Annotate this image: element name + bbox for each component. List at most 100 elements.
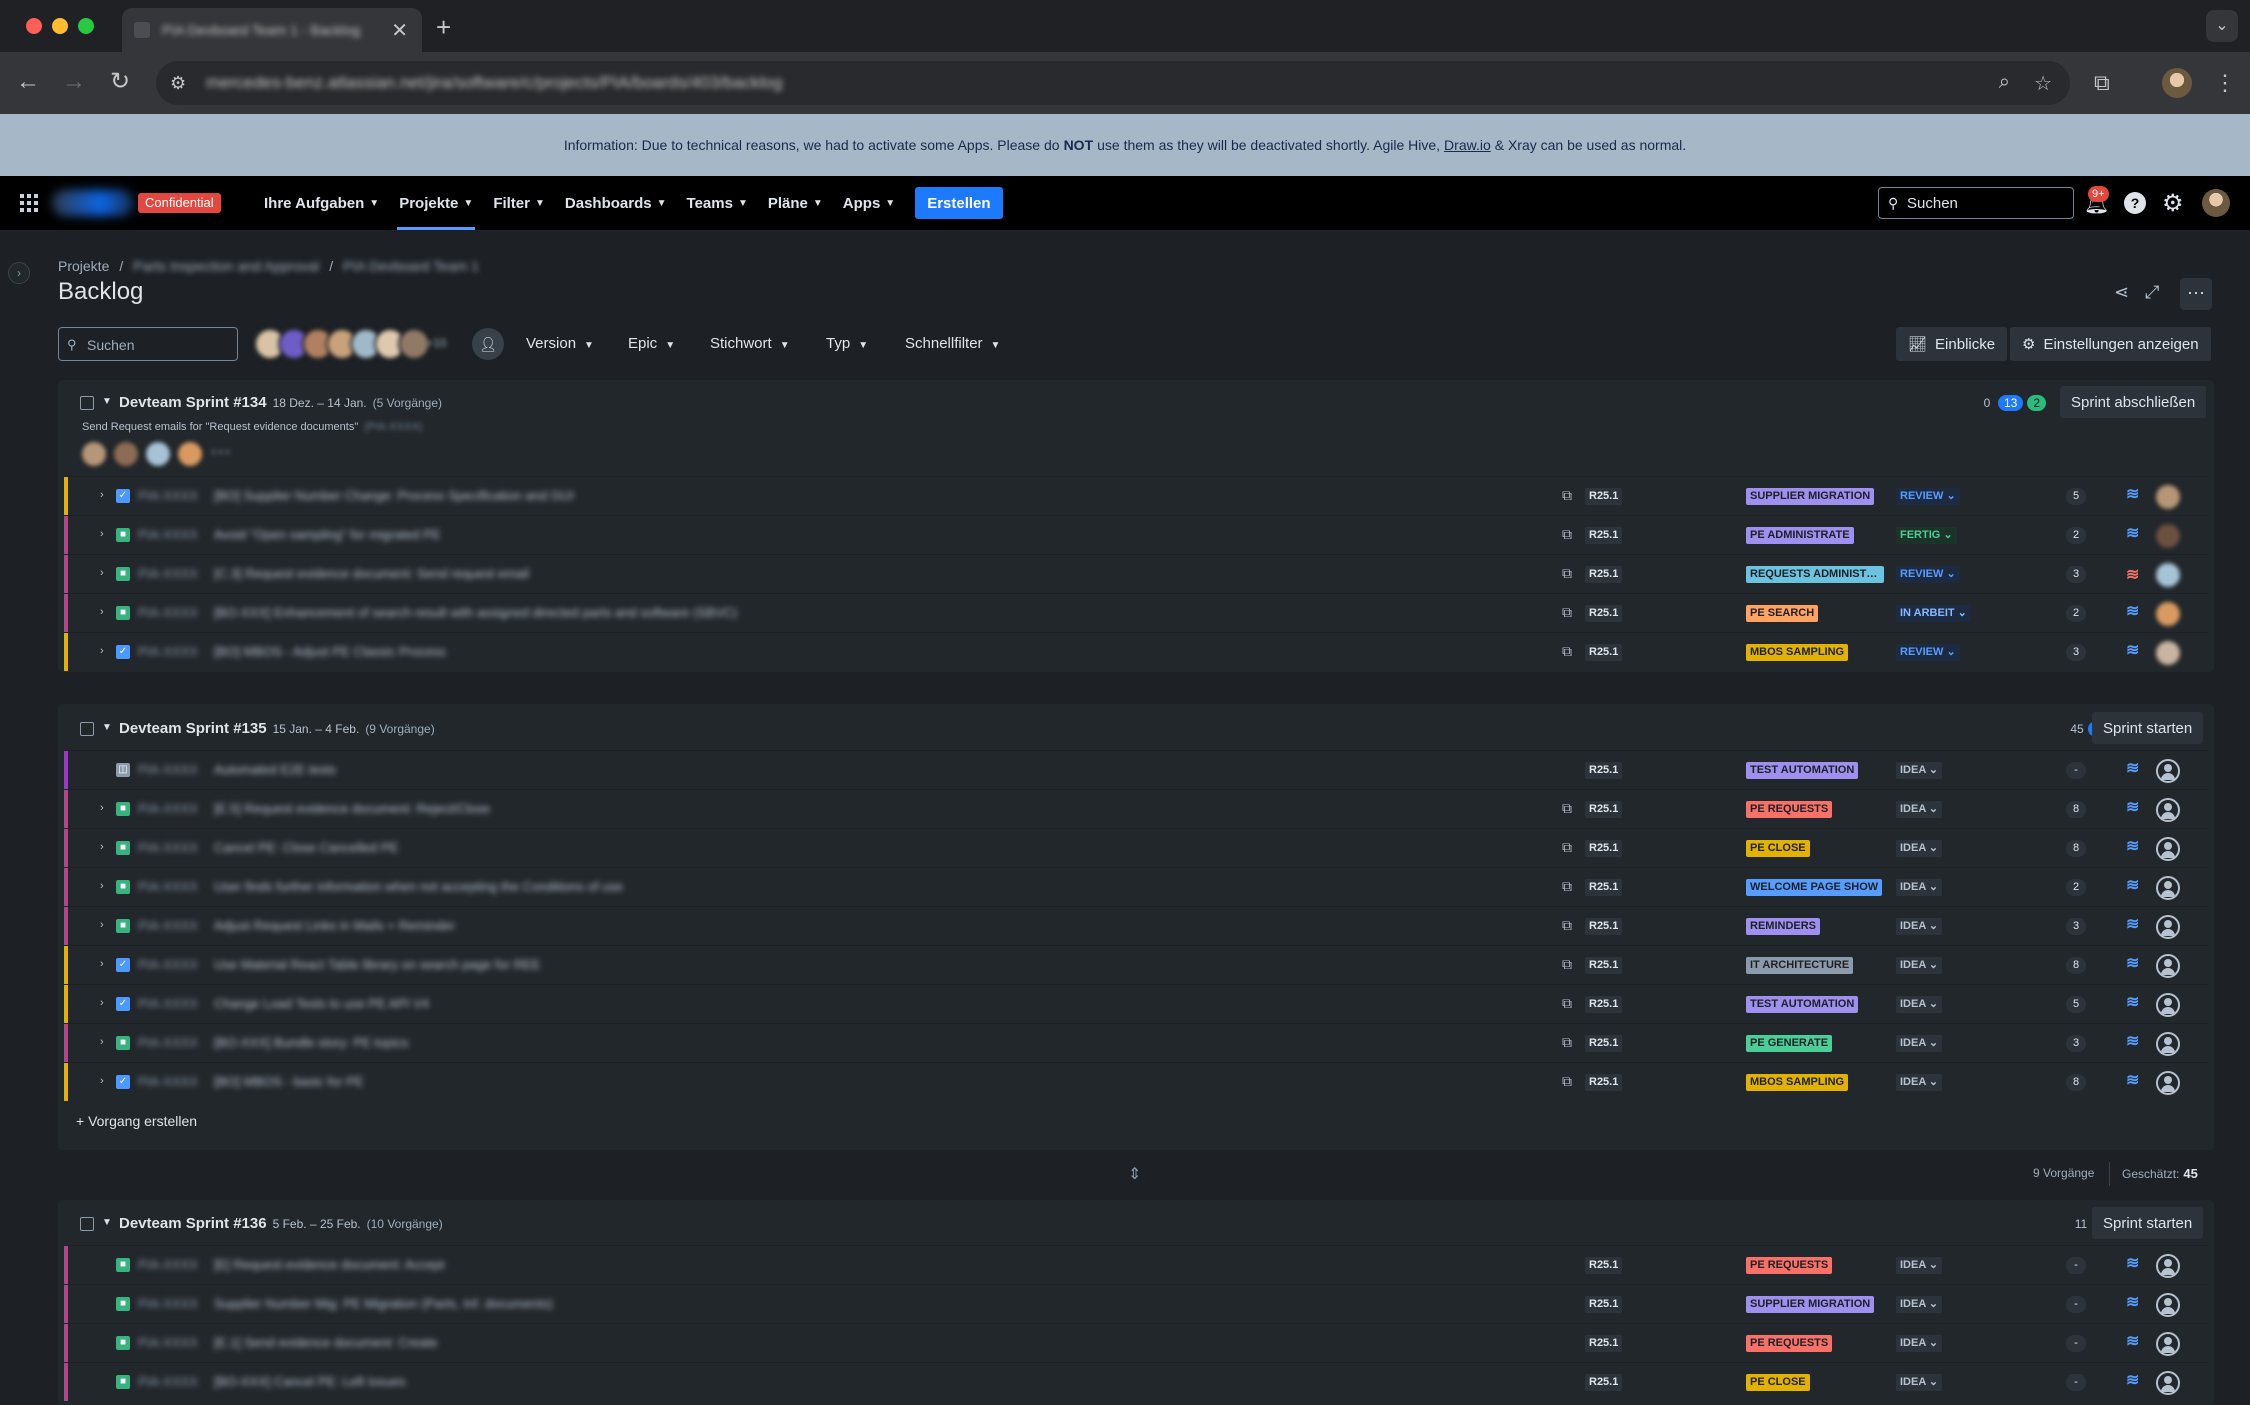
- tab-close-icon[interactable]: ✕: [391, 18, 408, 43]
- expand-chevron-icon[interactable]: ›: [100, 606, 104, 618]
- issue-summary[interactable]: User finds further information when not …: [214, 879, 623, 894]
- child-issues-icon[interactable]: ⧉: [1562, 643, 1572, 660]
- issue-row[interactable]: ■ PIA-XXXX [E] Request evidence document: …: [64, 1245, 2208, 1284]
- start-sprint-button[interactable]: Sprint starten: [2092, 712, 2204, 744]
- nav-item-teams[interactable]: Teams ▼: [677, 176, 758, 230]
- unassigned-avatar-icon[interactable]: [2156, 798, 2180, 822]
- issue-summary[interactable]: [C.3] Request evidence document: Send re…: [214, 566, 529, 581]
- epic-lozenge[interactable]: PE REQUESTS: [1746, 801, 1833, 818]
- status-dropdown[interactable]: REVIEW ⌄: [1896, 566, 1960, 583]
- new-tab-button[interactable]: +: [436, 12, 451, 43]
- nav-item-projekte[interactable]: Projekte ▼: [389, 176, 483, 230]
- status-dropdown[interactable]: FERTIG ⌄: [1896, 527, 1957, 544]
- browser-profile-avatar[interactable]: [2162, 68, 2192, 98]
- story-points-badge[interactable]: 3: [2066, 644, 2086, 661]
- unassigned-avatar-icon[interactable]: [2156, 1254, 2180, 1278]
- address-bar[interactable]: ⚙ mercedes-benz.atlassian.net/jira/softw…: [156, 61, 2070, 105]
- assignee-filter-avatars[interactable]: +10: [254, 328, 464, 360]
- unassigned-avatar-icon[interactable]: [2156, 954, 2180, 978]
- status-dropdown[interactable]: IDEA ⌄: [1896, 1374, 1943, 1391]
- unassigned-avatar-icon[interactable]: [2156, 1032, 2180, 1056]
- story-points-badge[interactable]: 3: [2066, 918, 2086, 935]
- issue-row[interactable]: › ✓ PIA-XXXX [BO] MBOS - Adjust PE Classic …: [64, 632, 2208, 671]
- user-avatar[interactable]: [2202, 189, 2230, 217]
- unassigned-avatar-icon[interactable]: [2156, 837, 2180, 861]
- issue-key[interactable]: PIA-XXXX: [138, 527, 198, 542]
- story-points-badge[interactable]: 8: [2066, 1074, 2086, 1091]
- epic-lozenge[interactable]: PE SEARCH: [1746, 605, 1819, 622]
- status-dropdown[interactable]: IDEA ⌄: [1896, 1335, 1943, 1352]
- issue-key[interactable]: PIA-XXXX: [138, 957, 198, 972]
- story-points-badge[interactable]: 8: [2066, 957, 2086, 974]
- issue-summary[interactable]: [BO-XXX] Cancel PE: Left Issues: [214, 1374, 405, 1389]
- issue-summary[interactable]: [BO] MBOS - Adjust PE Classic Process: [214, 644, 446, 659]
- issue-row[interactable]: › ■ PIA-XXXX [BO-XXX] Enhancement of search…: [64, 593, 2208, 632]
- story-points-badge[interactable]: -: [2066, 1296, 2086, 1313]
- chevron-down-icon[interactable]: ▼: [102, 396, 112, 407]
- issue-row[interactable]: › ■ PIA-XXXX [E.5] Request evidence documen…: [64, 789, 2208, 828]
- epic-lozenge[interactable]: PE CLOSE: [1746, 1374, 1810, 1391]
- help-icon[interactable]: ?: [2124, 192, 2146, 214]
- epic-lozenge[interactable]: WELCOME PAGE SHOW: [1746, 879, 1883, 896]
- epic-lozenge[interactable]: PE GENERATE: [1746, 1035, 1833, 1052]
- bookmark-star-icon[interactable]: ☆: [2034, 71, 2052, 96]
- story-points-badge[interactable]: -: [2066, 1374, 2086, 1391]
- story-points-badge[interactable]: 2: [2066, 527, 2086, 544]
- status-dropdown[interactable]: IDEA ⌄: [1896, 762, 1943, 779]
- chevron-down-icon[interactable]: ▼: [102, 1217, 112, 1228]
- status-dropdown[interactable]: IN ARBEIT ⌄: [1896, 605, 1971, 622]
- fullscreen-icon[interactable]: ⤢: [2145, 282, 2159, 303]
- child-issues-icon[interactable]: ⧉: [1562, 995, 1572, 1012]
- status-dropdown[interactable]: IDEA ⌄: [1896, 1257, 1943, 1274]
- breadcrumb-project[interactable]: Parts Inspection and Approval: [133, 258, 319, 274]
- sidebar-expand-button[interactable]: ›: [8, 262, 30, 284]
- issue-key[interactable]: PIA-XXXX: [138, 1374, 198, 1389]
- complete-sprint-button[interactable]: Sprint abschließen: [2060, 386, 2207, 418]
- story-points-badge[interactable]: 5: [2066, 996, 2086, 1013]
- unassigned-avatar-icon[interactable]: [2156, 876, 2180, 900]
- child-issues-icon[interactable]: ⧉: [1562, 956, 1572, 973]
- breadcrumb-projects[interactable]: Projekte: [58, 258, 109, 274]
- expand-chevron-icon[interactable]: ›: [100, 645, 104, 657]
- issue-key[interactable]: PIA-XXXX: [138, 762, 198, 777]
- epic-lozenge[interactable]: PE REQUESTS: [1746, 1257, 1833, 1274]
- version-filter[interactable]: Version ▼: [526, 335, 594, 352]
- sprint-select-checkbox[interactable]: [80, 1217, 94, 1231]
- unassigned-avatar-icon[interactable]: [2156, 1371, 2180, 1395]
- issue-row[interactable]: › ■ PIA-XXXX [BO-XXX] Bundle story: PE topi…: [64, 1023, 2208, 1062]
- issue-row[interactable]: ■ PIA-XXXX [BO-XXX] Cancel PE: Left Issues…: [64, 1362, 2208, 1401]
- backlog-search-input[interactable]: ⚲ Suchen: [58, 327, 238, 361]
- sprint-select-checkbox[interactable]: [80, 396, 94, 410]
- app-switcher-icon[interactable]: [20, 194, 38, 212]
- unassigned-avatar-icon[interactable]: [2156, 915, 2180, 939]
- story-points-badge[interactable]: 3: [2066, 566, 2086, 583]
- issue-row[interactable]: › ■ PIA-XXXX Avoid "Open sampling" for migr…: [64, 515, 2208, 554]
- issue-summary[interactable]: [E.1] Send evidence document: Create: [214, 1335, 437, 1350]
- assignee-avatar[interactable]: [2156, 524, 2180, 548]
- epic-lozenge[interactable]: REMINDERS: [1746, 918, 1821, 935]
- issue-summary[interactable]: Adjust Request Links in Mails + Reminder: [214, 918, 455, 933]
- status-dropdown[interactable]: IDEA ⌄: [1896, 957, 1943, 974]
- tab-search-button[interactable]: ⌄: [2206, 10, 2238, 42]
- issue-summary[interactable]: Automated E2E tests: [214, 762, 336, 777]
- epic-lozenge[interactable]: PE REQUESTS: [1746, 1335, 1833, 1352]
- story-points-badge[interactable]: 2: [2066, 605, 2086, 622]
- issue-summary[interactable]: Use Material React Table library on sear…: [214, 957, 540, 972]
- epic-lozenge[interactable]: PE CLOSE: [1746, 840, 1810, 857]
- issue-summary[interactable]: Avoid "Open sampling" for migrated PE: [214, 527, 441, 542]
- expand-chevron-icon[interactable]: ›: [100, 958, 104, 970]
- issue-row[interactable]: › ✓ PIA-XXXX [BO] Supplier Number Change: P…: [64, 476, 2208, 515]
- issue-summary[interactable]: Supplier Number Mig: PE Migration (Parts…: [214, 1296, 553, 1311]
- issue-key[interactable]: PIA-XXXX: [138, 1335, 198, 1350]
- epic-lozenge[interactable]: IT ARCHITECTURE: [1746, 957, 1854, 974]
- create-issue-button[interactable]: + Vorgang erstellen: [76, 1113, 197, 1129]
- status-dropdown[interactable]: IDEA ⌄: [1896, 840, 1943, 857]
- zoom-icon[interactable]: ⌕: [1999, 71, 2010, 94]
- issue-key[interactable]: PIA-XXXX: [138, 801, 198, 816]
- global-search-input[interactable]: ⚲ Suchen: [1878, 187, 2074, 219]
- child-issues-icon[interactable]: ⧉: [1562, 839, 1572, 856]
- issue-row[interactable]: › ■ PIA-XXXX [C.3] Request evidence documen…: [64, 554, 2208, 593]
- close-window-button[interactable]: [26, 18, 42, 34]
- issue-summary[interactable]: [E] Request evidence document: Accept: [214, 1257, 445, 1272]
- status-dropdown[interactable]: IDEA ⌄: [1896, 996, 1943, 1013]
